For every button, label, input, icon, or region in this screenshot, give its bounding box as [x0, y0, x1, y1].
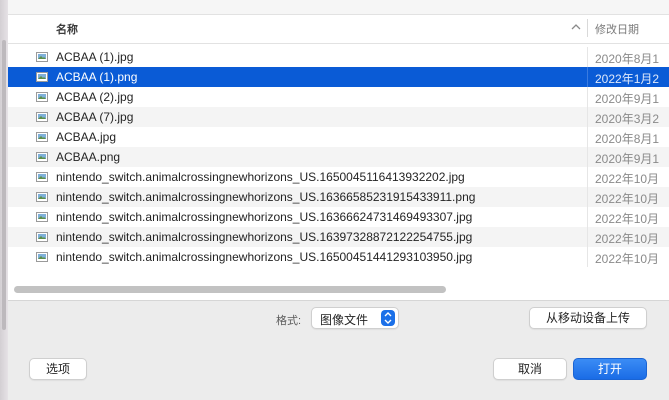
- options-button[interactable]: 选项: [29, 358, 87, 380]
- column-divider: [587, 207, 588, 227]
- toolbar-strip: [8, 0, 669, 14]
- file-date: 2020年9月1: [595, 152, 660, 166]
- column-divider: [587, 127, 588, 147]
- cancel-button[interactable]: 取消: [493, 358, 567, 380]
- column-divider[interactable]: [587, 19, 588, 37]
- column-divider: [587, 227, 588, 247]
- image-file-icon: [36, 232, 48, 242]
- file-name: ACBAA (1).jpg: [56, 50, 134, 64]
- file-date: 2020年3月2: [595, 112, 660, 126]
- file-name: nintendo_switch.animalcrossingnewhorizon…: [56, 250, 473, 264]
- upload-from-mobile-button[interactable]: 从移动设备上传: [529, 307, 647, 329]
- file-row[interactable]: ACBAA (7).jpg 2020年3月2: [8, 107, 669, 127]
- horizontal-scrollbar[interactable]: [12, 284, 665, 293]
- column-divider: [587, 47, 588, 67]
- file-name: nintendo_switch.animalcrossingnewhorizon…: [56, 230, 473, 244]
- file-name: ACBAA (2).jpg: [56, 90, 134, 104]
- open-button[interactable]: 打开: [573, 358, 647, 380]
- column-divider: [587, 147, 588, 167]
- column-divider: [587, 167, 588, 187]
- file-name: ACBAA (7).jpg: [56, 110, 134, 124]
- column-divider: [587, 247, 588, 267]
- chevron-updown-icon: [381, 310, 395, 326]
- column-header-name[interactable]: 名称: [56, 21, 78, 37]
- file-row[interactable]: nintendo_switch.animalcrossingnewhorizon…: [8, 227, 669, 247]
- column-header-date[interactable]: 修改日期: [595, 21, 639, 37]
- file-date: 2020年8月1: [595, 52, 660, 66]
- image-file-icon: [36, 72, 48, 82]
- file-date: 2022年10月: [595, 192, 660, 206]
- file-name: nintendo_switch.animalcrossingnewhorizon…: [56, 190, 476, 204]
- format-select[interactable]: 图像文件: [311, 307, 399, 329]
- file-name: nintendo_switch.animalcrossingnewhorizon…: [56, 210, 473, 224]
- column-divider: [587, 187, 588, 207]
- file-date: 2022年10月: [595, 252, 660, 266]
- file-row[interactable]: nintendo_switch.animalcrossingnewhorizon…: [8, 247, 669, 267]
- image-file-icon: [36, 92, 48, 102]
- image-file-icon: [36, 52, 48, 62]
- image-file-icon: [36, 132, 48, 142]
- file-name: ACBAA.jpg: [56, 130, 117, 144]
- file-row[interactable]: ACBAA.png 2020年9月1: [8, 147, 669, 167]
- file-date: 2022年10月: [595, 212, 660, 226]
- file-row[interactable]: ACBAA (1).png 2022年1月2: [8, 67, 669, 87]
- background-window-edge: [0, 0, 8, 400]
- image-file-icon: [36, 252, 48, 262]
- file-row[interactable]: ACBAA (2).jpg 2020年9月1: [8, 87, 669, 107]
- column-divider: [587, 67, 588, 87]
- file-browser: 名称 修改日期 ACBAA (1).jpg 2020年8月1 ACBAA (1).p…: [8, 0, 669, 301]
- image-file-icon: [36, 112, 48, 122]
- file-date: 2020年9月1: [595, 92, 660, 106]
- file-name: nintendo_switch.animalcrossingnewhorizon…: [56, 170, 465, 184]
- file-date: 2022年10月: [595, 172, 660, 186]
- format-label: 格式:: [276, 315, 302, 327]
- file-row[interactable]: ACBAA (1).jpg 2020年8月1: [8, 47, 669, 67]
- background-scrollbar: [2, 40, 6, 330]
- file-date: 2020年8月1: [595, 132, 660, 146]
- format-select-value: 图像文件: [320, 313, 369, 327]
- file-date: 2022年10月: [595, 232, 660, 246]
- file-date: 2022年1月2: [595, 72, 660, 86]
- image-file-icon: [36, 212, 48, 222]
- image-file-icon: [36, 152, 48, 162]
- file-row[interactable]: ACBAA.jpg 2020年8月1: [8, 127, 669, 147]
- image-file-icon: [36, 172, 48, 182]
- column-divider: [587, 87, 588, 107]
- sort-ascending-icon[interactable]: [570, 21, 582, 33]
- column-header: 名称 修改日期: [8, 14, 669, 44]
- file-name: ACBAA.png: [56, 150, 121, 164]
- file-open-dialog-window: 名称 修改日期 ACBAA (1).jpg 2020年8月1 ACBAA (1).p…: [0, 0, 669, 400]
- file-name: ACBAA (1).png: [56, 70, 138, 84]
- image-file-icon: [36, 192, 48, 202]
- column-divider: [587, 107, 588, 127]
- open-dialog: 名称 修改日期 ACBAA (1).jpg 2020年8月1 ACBAA (1).p…: [8, 0, 669, 400]
- file-list: ACBAA (1).jpg 2020年8月1 ACBAA (1).png 2022年1…: [8, 47, 669, 267]
- file-row[interactable]: nintendo_switch.animalcrossingnewhorizon…: [8, 187, 669, 207]
- horizontal-scrollbar-thumb[interactable]: [14, 286, 446, 293]
- file-row[interactable]: nintendo_switch.animalcrossingnewhorizon…: [8, 207, 669, 227]
- file-row[interactable]: nintendo_switch.animalcrossingnewhorizon…: [8, 167, 669, 187]
